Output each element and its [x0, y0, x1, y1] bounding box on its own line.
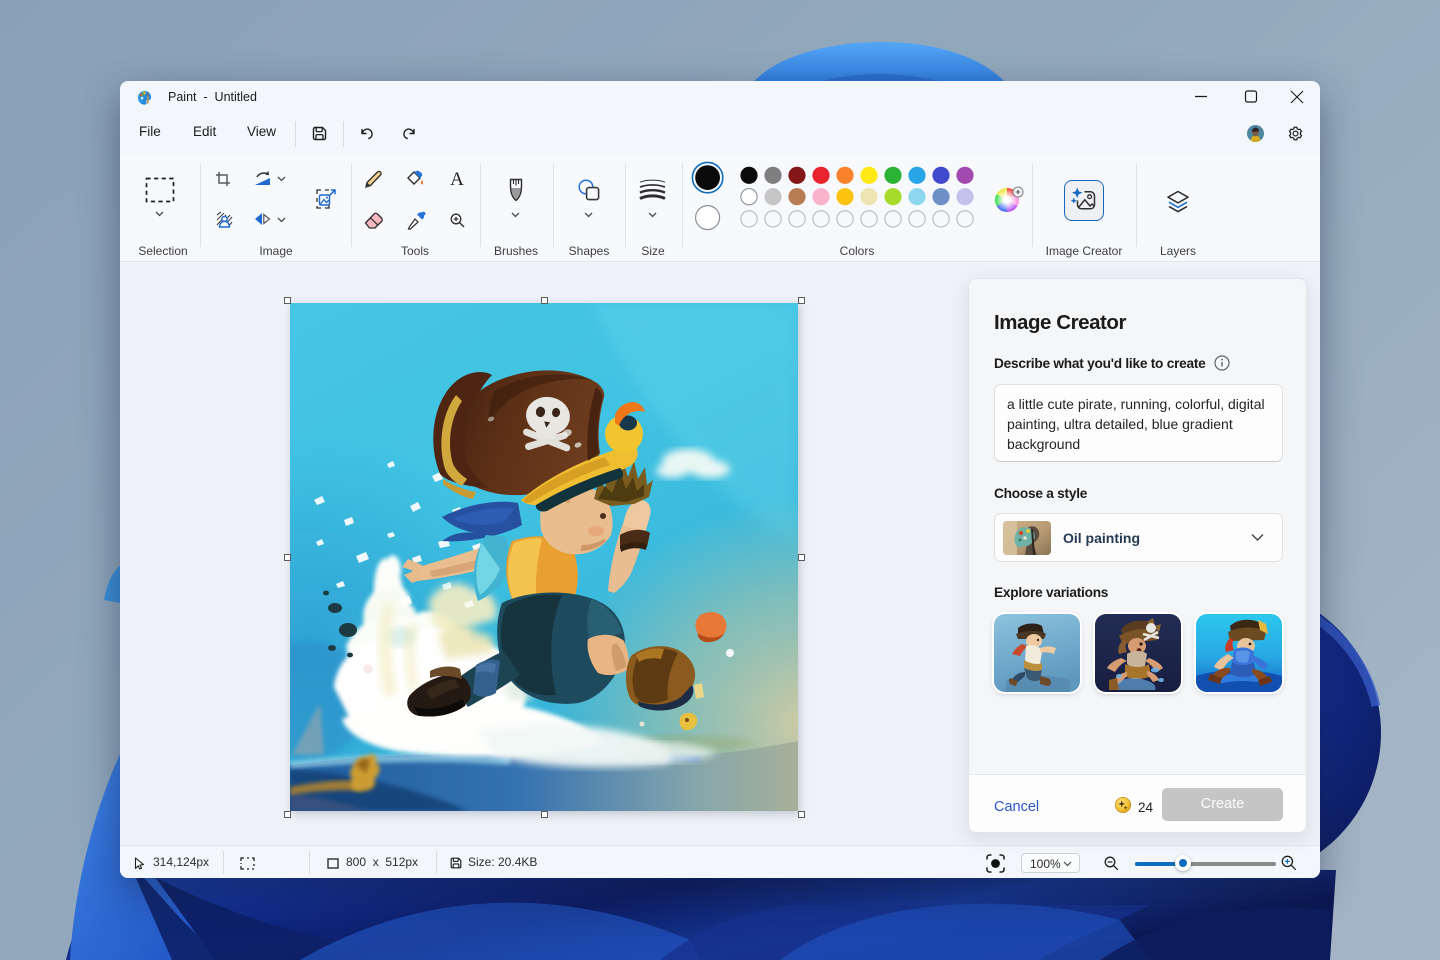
svg-text:A: A	[450, 170, 464, 187]
